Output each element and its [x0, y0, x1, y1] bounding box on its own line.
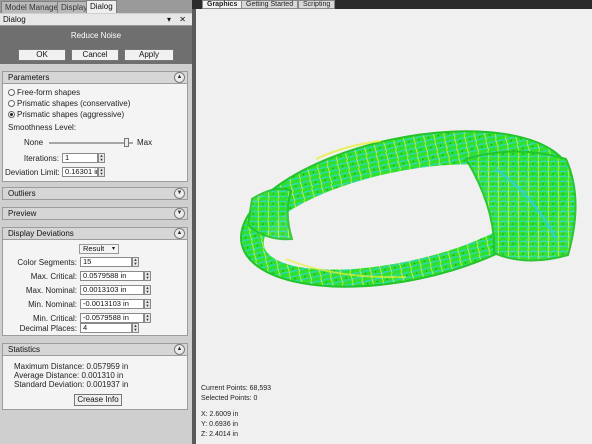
radio-dot-selected-icon	[8, 111, 15, 118]
deviation-spinner-icon[interactable]: ▲ ▼	[98, 167, 105, 177]
crease-info-button[interactable]: Crease Info	[74, 394, 122, 406]
selected-points-text: Selected Points: 0	[201, 395, 258, 402]
dialog-button-row: OK Cancel Apply	[0, 46, 192, 64]
coord-z-text: Z: 2.4014 in	[201, 431, 238, 438]
std-deviation-text: Standard Deviation: 0.001937 in	[14, 380, 129, 389]
max-critical-label: Max. Critical:	[30, 272, 77, 281]
panel-tabstrip: Model Manager Display Dialog	[0, 0, 192, 13]
display-deviations-title: Display Deviations	[8, 229, 74, 238]
coord-x-text: X: 2.6009 in	[201, 411, 239, 418]
radio-prismatic-conservative[interactable]: Prismatic shapes (conservative)	[8, 99, 130, 108]
max-critical-input[interactable]: 0.0579588 in	[80, 271, 144, 281]
parameters-section-header[interactable]: Parameters ▲	[2, 71, 188, 84]
parameters-title: Parameters	[8, 73, 50, 82]
view-tabstrip: Graphics Getting Started Scripting	[192, 0, 592, 9]
tab-model-manager[interactable]: Model Manager	[1, 1, 65, 13]
chevron-up-icon[interactable]: ▲	[174, 72, 185, 83]
deviation-limit-label: Deviation Limit:	[5, 168, 60, 177]
smoothness-slider-thumb[interactable]	[124, 138, 130, 147]
preview-section-header[interactable]: Preview ▼	[2, 207, 188, 220]
dialog-header: Dialog ▾ ✕	[0, 14, 192, 26]
result-select-value: Result	[83, 244, 105, 253]
max-critical-spinner-icon[interactable]: ▲ ▼	[144, 271, 151, 281]
max-nominal-input[interactable]: 0.0013103 in	[80, 285, 144, 295]
coord-y-text: Y: 0.6936 in	[201, 421, 238, 428]
tab-getting-started[interactable]: Getting Started	[241, 0, 299, 9]
min-nominal-label: Min. Nominal:	[28, 300, 77, 309]
iterations-label: Iterations:	[23, 154, 59, 163]
result-select[interactable]: Result ▾	[79, 244, 119, 254]
preview-title: Preview	[8, 209, 37, 218]
radio-label: Free-form shapes	[17, 88, 81, 97]
min-critical-label: Min. Critical:	[32, 314, 77, 323]
slider-max-label: Max	[137, 138, 153, 147]
left-panel: Model Manager Display Dialog Dialog ▾ ✕ …	[0, 0, 192, 444]
min-nominal-input[interactable]: -0.0013103 in	[80, 299, 144, 309]
color-segments-label: Color Segments:	[17, 258, 77, 267]
outliers-section-header[interactable]: Outliers ▼	[2, 187, 188, 200]
display-deviations-body: Result ▾ Color Segments: 15 ▲ ▼ Max. Crit…	[2, 240, 188, 336]
color-segments-spinner-icon[interactable]: ▲ ▼	[132, 257, 139, 267]
mesh-ring	[240, 130, 577, 288]
min-critical-spinner-icon[interactable]: ▲ ▼	[144, 313, 151, 323]
chevron-down-icon[interactable]: ▼	[174, 188, 185, 199]
radio-dot-icon	[8, 89, 15, 96]
pin-close-icon[interactable]: ▾ ✕	[167, 14, 189, 26]
dropdown-arrow-icon: ▾	[111, 246, 115, 252]
cancel-button[interactable]: Cancel	[71, 49, 119, 61]
display-deviations-section-header[interactable]: Display Deviations ▲	[2, 227, 188, 240]
radio-label: Prismatic shapes (aggressive)	[17, 110, 125, 119]
tab-dialog[interactable]: Dialog	[86, 0, 117, 13]
dialog-title: Reduce Noise	[0, 26, 192, 46]
min-critical-input[interactable]: -0.0579588 in	[80, 313, 144, 323]
radio-prismatic-aggressive[interactable]: Prismatic shapes (aggressive)	[8, 110, 124, 119]
tab-graphics[interactable]: Graphics	[202, 0, 243, 9]
radio-label: Prismatic shapes (conservative)	[17, 99, 131, 108]
chevron-down-icon[interactable]: ▼	[174, 208, 185, 219]
statistics-section-header[interactable]: Statistics ▲	[2, 343, 188, 356]
mesh-ring-render[interactable]	[196, 9, 592, 444]
graphics-viewport[interactable]: Current Points: 68,593 Selected Points: …	[192, 9, 592, 444]
decimal-places-spinner-icon[interactable]: ▲ ▼	[132, 323, 139, 333]
tab-scripting[interactable]: Scripting	[298, 0, 336, 9]
radio-free-form[interactable]: Free-form shapes	[8, 88, 80, 97]
apply-button[interactable]: Apply	[124, 49, 174, 61]
ok-button[interactable]: OK	[18, 49, 66, 61]
outliers-title: Outliers	[8, 189, 36, 198]
decimal-places-input[interactable]: 4	[80, 323, 132, 333]
min-nominal-spinner-icon[interactable]: ▲ ▼	[144, 299, 151, 309]
statistics-body: Maximum Distance: 0.057959 in Average Di…	[2, 356, 188, 410]
chevron-up-icon[interactable]: ▲	[174, 344, 185, 355]
decimal-places-label: Decimal Places:	[19, 324, 77, 333]
statistics-title: Statistics	[8, 345, 41, 354]
slider-min-label: None	[24, 138, 44, 147]
parameters-section-body: Free-form shapes Prismatic shapes (conse…	[2, 84, 188, 182]
smoothness-label: Smoothness Level:	[8, 123, 77, 132]
iterations-spinner-icon[interactable]: ▲ ▼	[98, 153, 105, 163]
chevron-up-icon[interactable]: ▲	[174, 228, 185, 239]
smoothness-slider-track[interactable]	[49, 142, 133, 144]
max-nominal-label: Max. Nominal:	[25, 286, 77, 295]
deviation-limit-input[interactable]: 0.16301 in	[62, 167, 98, 177]
radio-dot-icon	[8, 100, 15, 107]
color-segments-input[interactable]: 15	[80, 257, 132, 267]
current-points-text: Current Points: 68,593	[201, 385, 272, 392]
iterations-input[interactable]: 1	[62, 153, 98, 163]
dialog-header-label: Dialog	[3, 15, 26, 24]
max-nominal-spinner-icon[interactable]: ▲ ▼	[144, 285, 151, 295]
